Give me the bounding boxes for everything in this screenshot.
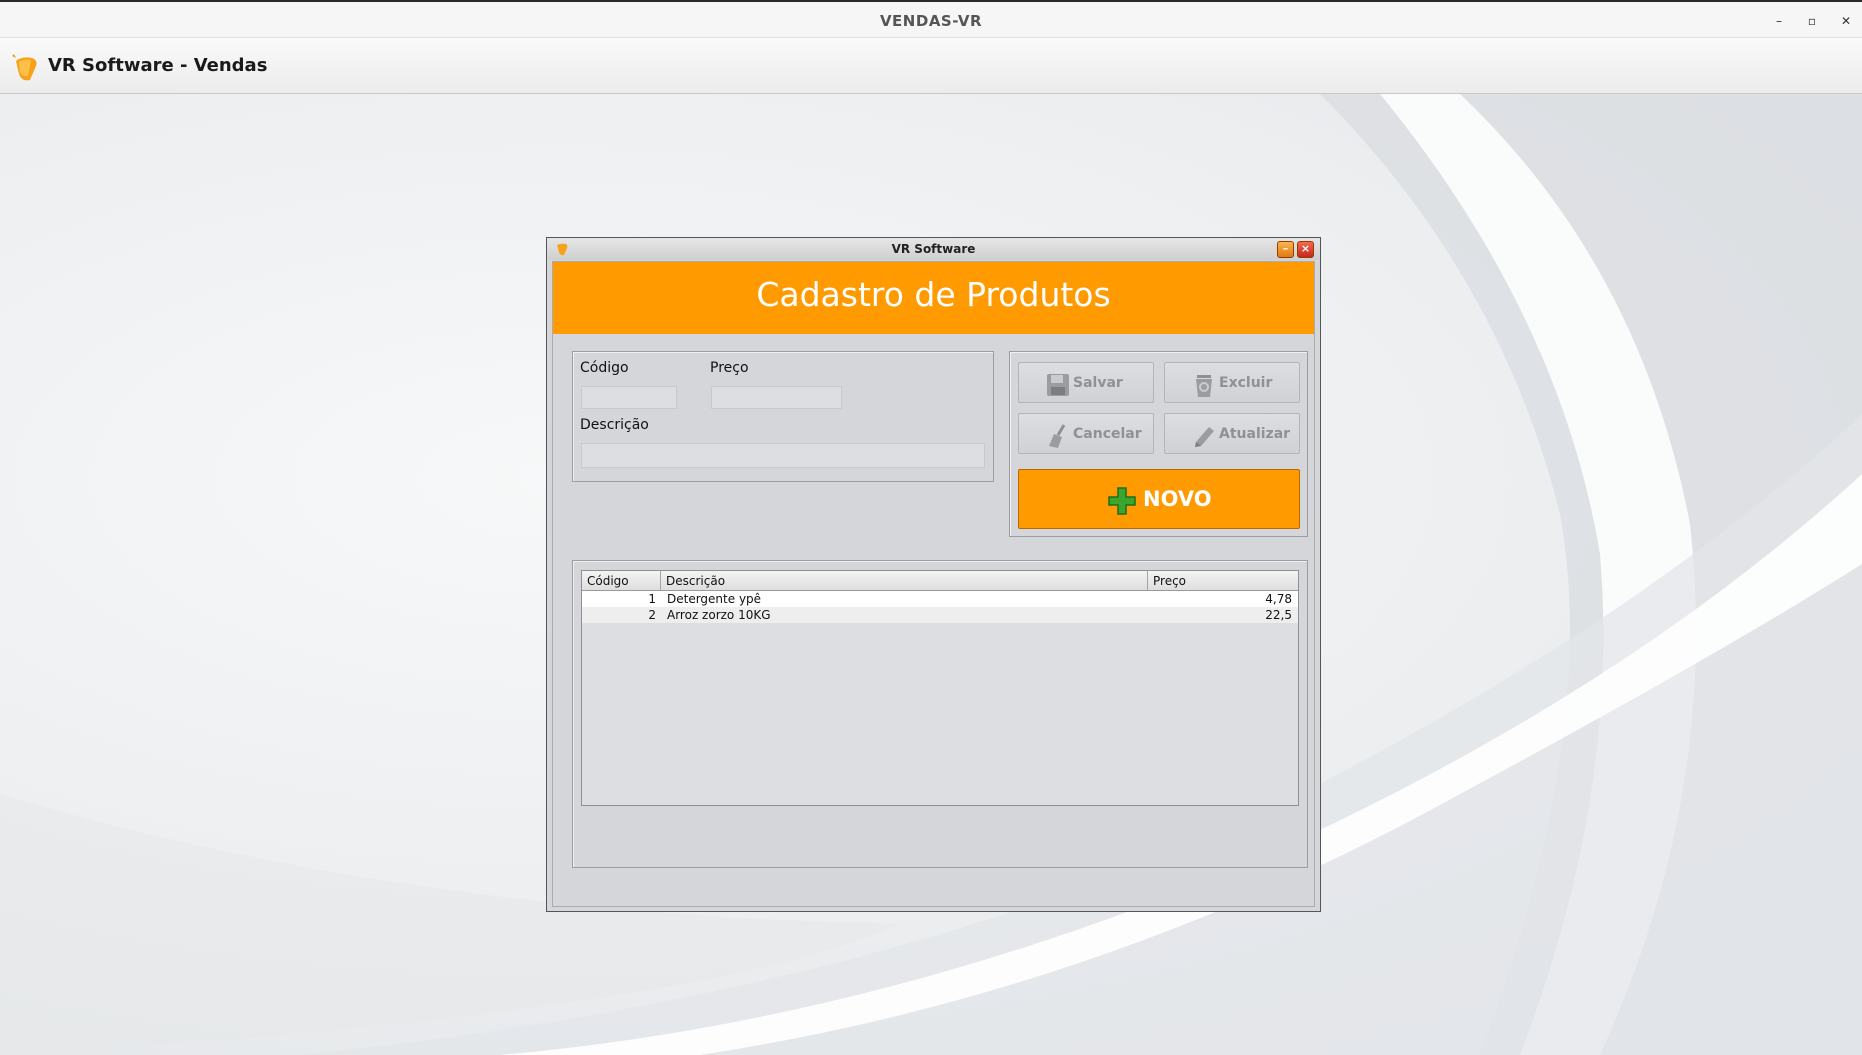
cancelar-button[interactable]: Cancelar	[1018, 413, 1154, 454]
banner-title: Cadastro de Produtos	[756, 275, 1111, 314]
os-window-title: VENDAS-VR	[879, 12, 983, 30]
product-form-panel: Código Preço Descrição	[572, 351, 994, 482]
descricao-field[interactable]	[581, 443, 985, 468]
products-table-panel: Código Descrição Preço 1 Detergente ypê …	[572, 560, 1308, 868]
dialog-titlebar[interactable]: VR Software – ×	[547, 238, 1320, 260]
cell-descricao: Detergente ypê	[667, 592, 762, 606]
dialog-title: VR Software	[891, 242, 976, 256]
recycle-bin-icon	[1196, 375, 1212, 397]
os-titlebar: VENDAS-VR – ▫ ✕	[0, 0, 1862, 38]
dialog-close-button[interactable]: ×	[1297, 241, 1314, 258]
preco-field[interactable]	[711, 386, 842, 409]
pencil-icon	[1195, 427, 1214, 447]
codigo-label: Código	[580, 360, 629, 376]
cell-descricao: Arroz zorzo 10KG	[667, 608, 771, 622]
codigo-field[interactable]	[581, 386, 677, 409]
salvar-label: Salvar	[1073, 375, 1123, 391]
cancelar-label: Cancelar	[1073, 426, 1142, 442]
dialog-banner: Cadastro de Produtos	[553, 262, 1314, 334]
cadastro-produtos-window: VR Software – × Cadastro de Produtos Cód…	[546, 237, 1321, 912]
cell-preco: 4,78	[1265, 592, 1292, 606]
atualizar-button[interactable]: Atualizar	[1164, 413, 1300, 454]
products-table[interactable]: Código Descrição Preço 1 Detergente ypê …	[581, 570, 1299, 806]
novo-label: NOVO	[1143, 487, 1212, 511]
table-row[interactable]: 2 Arroz zorzo 10KG 22,5	[582, 607, 1298, 623]
broom-icon	[1049, 424, 1066, 448]
cell-preco: 22,5	[1265, 608, 1292, 622]
app-header: VR Software - Vendas	[0, 38, 1862, 94]
app-logo-icon	[12, 54, 37, 81]
column-header-descricao[interactable]: Descrição	[661, 571, 1148, 590]
table-row[interactable]: 1 Detergente ypê 4,78	[582, 591, 1298, 607]
preco-label: Preço	[710, 360, 749, 376]
column-header-codigo[interactable]: Código	[582, 571, 661, 590]
dialog-body: Cadastro de Produtos Código Preço Descri…	[552, 261, 1315, 907]
table-header: Código Descrição Preço	[582, 571, 1298, 591]
minimize-icon[interactable]: –	[1770, 12, 1788, 30]
excluir-label: Excluir	[1219, 375, 1273, 391]
plus-icon	[1108, 487, 1136, 515]
cell-codigo: 1	[648, 592, 656, 606]
novo-button[interactable]: NOVO	[1018, 469, 1300, 529]
restore-icon[interactable]: ▫	[1803, 12, 1821, 30]
column-header-preco[interactable]: Preço	[1148, 571, 1298, 590]
cell-codigo: 2	[648, 608, 656, 622]
atualizar-label: Atualizar	[1219, 426, 1291, 442]
actions-panel: Salvar Excluir Cancelar Atualizar NOVO	[1009, 351, 1308, 537]
excluir-button[interactable]: Excluir	[1164, 362, 1300, 403]
app-title: VR Software - Vendas	[48, 55, 268, 76]
close-icon[interactable]: ✕	[1837, 12, 1855, 30]
descricao-label: Descrição	[580, 417, 649, 433]
floppy-disk-icon	[1047, 374, 1069, 396]
dialog-minimize-button[interactable]: –	[1277, 241, 1294, 258]
salvar-button[interactable]: Salvar	[1018, 362, 1154, 403]
